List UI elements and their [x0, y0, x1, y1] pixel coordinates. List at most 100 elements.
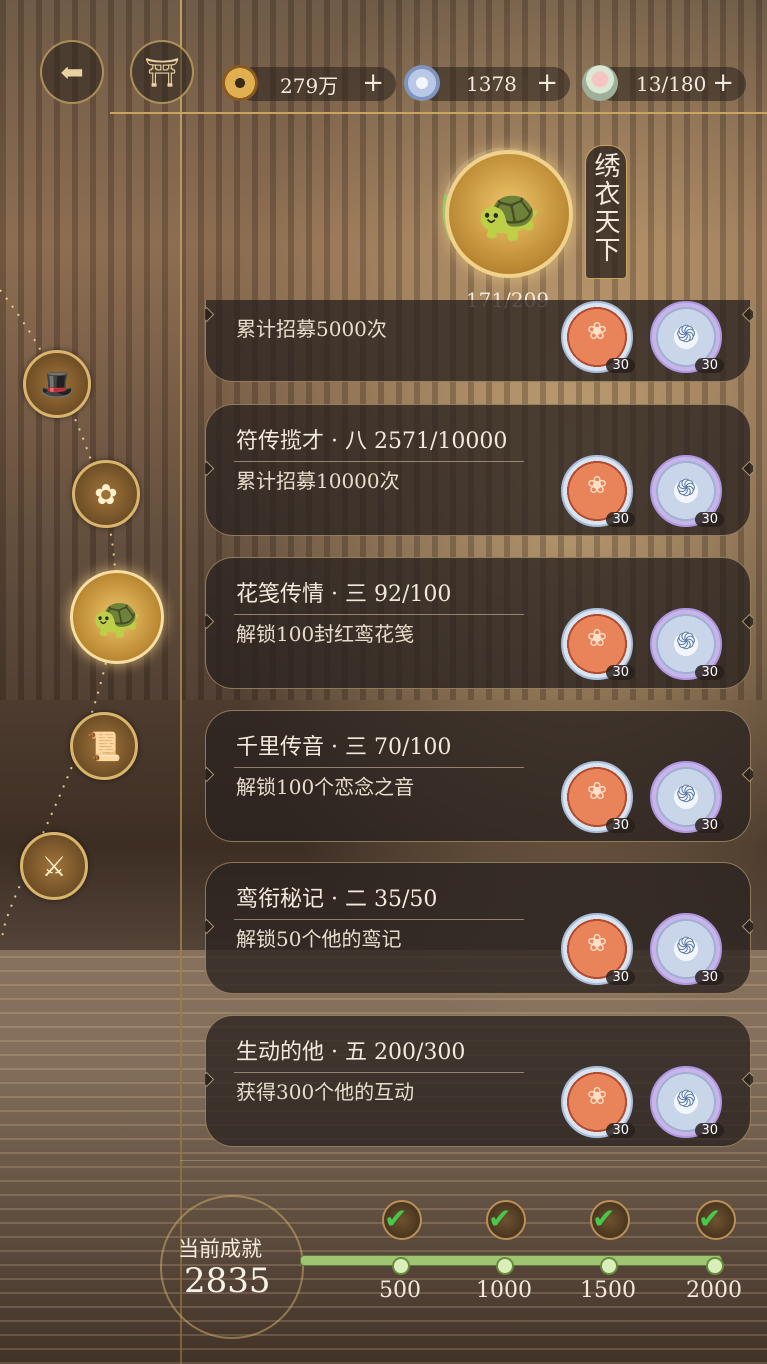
reward-red-coin[interactable]: ❀ 30: [561, 1066, 635, 1138]
coin-add-button[interactable]: +: [362, 68, 384, 98]
red-coin-icon: ❀: [586, 1082, 608, 1110]
reward-red-coin[interactable]: ❀ 30: [561, 455, 635, 527]
red-coin-icon: ❀: [586, 471, 608, 499]
silver-coin-icon: ֍: [676, 320, 696, 348]
pavilion-icon: ⛩: [144, 55, 180, 89]
gem-value: 1378: [466, 72, 517, 96]
card-left-ornament: [205, 613, 215, 630]
side-nav-item-hat[interactable]: 🎩: [23, 350, 91, 418]
top-bar: ⬅ ⛩ 279万 + 1378 + 13/180 +: [0, 40, 767, 120]
reward-red-coin[interactable]: ❀ 30: [561, 761, 635, 833]
card-right-ornament: [741, 1071, 753, 1088]
gem-add-button[interactable]: +: [536, 68, 558, 98]
red-coin-icon: ❀: [586, 929, 608, 957]
check-icon: ✔: [384, 1202, 408, 1235]
achievement-card: 累计招募5000次 ❀ 30 ֍ 30: [205, 300, 753, 382]
card-separator: [234, 919, 524, 920]
reward-silver-coin[interactable]: ֍ 30: [650, 761, 724, 833]
achievement-desc: 解锁100封红鸾花笺: [236, 622, 415, 646]
milestone-value: 2000: [686, 1278, 742, 1303]
red-coin-icon: ❀: [586, 777, 608, 805]
reward-qty: 30: [695, 512, 724, 527]
sword-icon: ⚔: [41, 849, 67, 883]
side-nav-item-turtle-seal[interactable]: 🐢: [70, 570, 164, 664]
red-coin-icon: ❀: [586, 317, 608, 345]
gem-resource: 1378 +: [404, 65, 570, 101]
achievement-desc: 获得300个他的互动: [236, 1080, 415, 1104]
turtle-seal-icon: 🐢: [92, 594, 142, 641]
milestone-point: [496, 1257, 514, 1275]
silver-coin-icon: ֍: [676, 932, 696, 960]
reward-qty: 30: [606, 1123, 635, 1138]
side-nav-item-sword[interactable]: ⚔: [20, 832, 88, 900]
reward-qty: 30: [695, 818, 724, 833]
silver-coin-icon: ֍: [676, 1085, 696, 1113]
card-right-ornament: [741, 460, 753, 477]
achievement-card: 生动的他 · 五 200/300 获得300个他的互动 ❀ 30 ֍ 30: [205, 1015, 753, 1147]
reward-qty: 30: [695, 358, 724, 373]
side-nav-item-flower[interactable]: ✿: [72, 460, 140, 528]
reward-qty: 30: [695, 665, 724, 680]
coin-resource: 279万 +: [222, 65, 396, 101]
achievement-title: 千里传音 · 三 70/100: [236, 735, 452, 760]
milestone-value: 1000: [476, 1278, 532, 1303]
card-separator: [234, 614, 524, 615]
milestone-value: 500: [379, 1278, 421, 1303]
card-separator: [234, 767, 524, 768]
home-button[interactable]: ⛩: [130, 40, 194, 104]
stamina-add-button[interactable]: +: [712, 68, 734, 98]
reward-silver-coin[interactable]: ֍ 30: [650, 301, 724, 373]
reward-red-coin[interactable]: ❀ 30: [561, 608, 635, 680]
reward-qty: 30: [606, 512, 635, 527]
stamina-value: 13/180: [636, 72, 707, 96]
achievement-title: 符传揽才 · 八 2571/10000: [236, 429, 508, 454]
red-coin-icon: ❀: [586, 624, 608, 652]
achievement-desc: 解锁50个他的鸾记: [236, 927, 402, 951]
top-gold-line: [110, 112, 767, 114]
card-separator: [234, 1072, 524, 1073]
silver-coin-icon: ֍: [676, 780, 696, 808]
coin-icon: [222, 65, 258, 101]
achievement-card: 千里传音 · 三 70/100 解锁100个恋念之音 ❀ 30 ֍ 30: [205, 710, 753, 842]
check-icon: ✔: [488, 1202, 512, 1235]
silver-coin-icon: ֍: [676, 474, 696, 502]
flower-icon: ✿: [94, 477, 118, 511]
milestone-point: [706, 1257, 724, 1275]
achievement-title: 花笺传情 · 三 92/100: [236, 582, 452, 607]
achievement-title: 鸾衔秘记 · 二 35/50: [236, 887, 438, 912]
current-achievement-value: 2835: [184, 1261, 271, 1301]
check-icon: ✔: [698, 1202, 722, 1235]
card-right-ornament: [741, 766, 753, 783]
back-arrow-icon: ⬅: [60, 55, 84, 89]
achievement-title: 生动的他 · 五 200/300: [236, 1040, 466, 1065]
milestone-point: [600, 1257, 618, 1275]
reward-silver-coin[interactable]: ֍ 30: [650, 1066, 724, 1138]
reward-red-coin[interactable]: ❀ 30: [561, 913, 635, 985]
achievement-desc: 累计招募10000次: [236, 469, 400, 493]
card-left-ornament: [205, 460, 215, 477]
card-right-ornament: [741, 306, 753, 323]
reward-silver-coin[interactable]: ֍ 30: [650, 455, 724, 527]
reward-silver-coin[interactable]: ֍ 30: [650, 913, 724, 985]
reward-qty: 30: [695, 970, 724, 985]
reward-silver-coin[interactable]: ֍ 30: [650, 608, 724, 680]
achievement-desc: 解锁100个恋念之音: [236, 775, 415, 799]
reward-qty: 30: [606, 970, 635, 985]
card-left-ornament: [205, 918, 215, 935]
card-separator: [234, 461, 524, 462]
back-button[interactable]: ⬅: [40, 40, 104, 104]
bowl-icon: [582, 65, 618, 101]
reward-red-coin[interactable]: ❀ 30: [561, 301, 635, 373]
current-achievement-label: 当前成就: [178, 1237, 262, 1261]
reward-qty: 30: [606, 358, 635, 373]
achievement-card: 鸾衔秘记 · 二 35/50 解锁50个他的鸾记 ❀ 30 ֍ 30: [205, 862, 753, 994]
side-nav-item-scroll[interactable]: 📜: [70, 712, 138, 780]
card-left-ornament: [205, 1071, 215, 1088]
check-icon: ✔: [592, 1202, 616, 1235]
achievement-list[interactable]: 累计招募5000次 ❀ 30 ֍ 30 符传揽才 · 八 2571/10000 累计…: [205, 300, 753, 1160]
bottom-divider: [180, 1160, 760, 1161]
achievement-card: 符传揽才 · 八 2571/10000 累计招募10000次 ❀ 30 ֍ 30: [205, 404, 753, 536]
hat-icon: 🎩: [39, 367, 75, 401]
turtle-seal-icon: 🐢: [476, 184, 542, 245]
achievement-desc: 累计招募5000次: [236, 317, 387, 341]
